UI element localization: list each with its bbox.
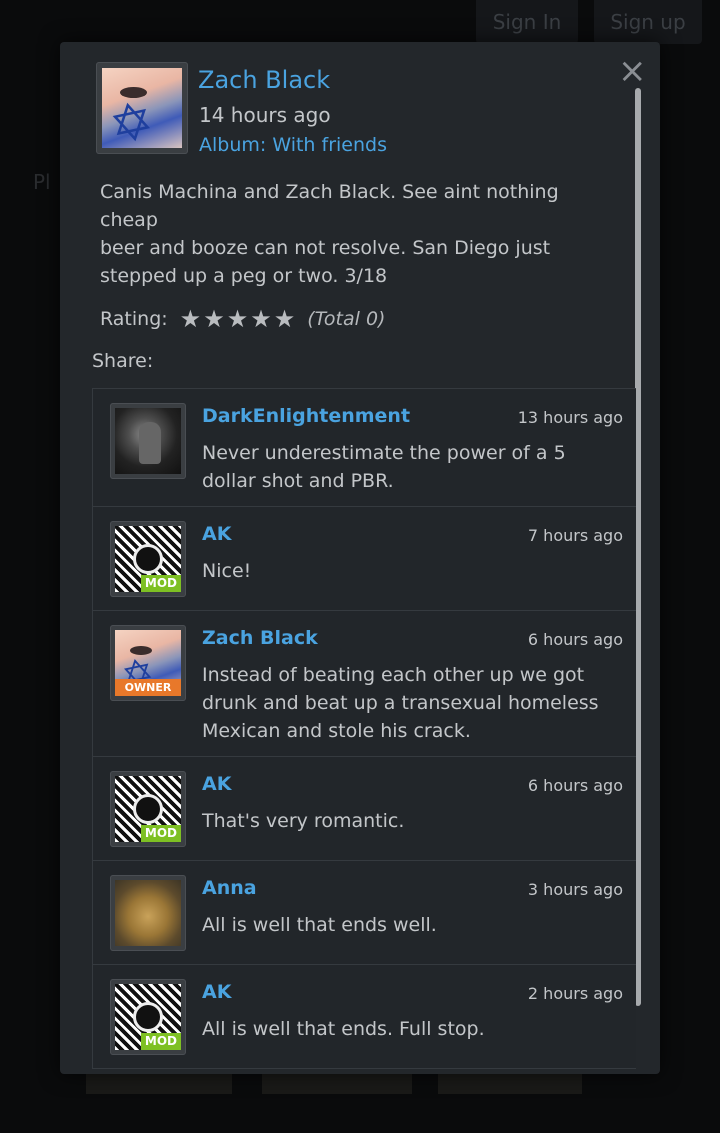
mod-badge: MOD	[140, 575, 181, 592]
post-author-link[interactable]: Zach Black	[198, 66, 330, 94]
commenter-avatar[interactable]	[110, 403, 186, 479]
sign-up-button[interactable]: Sign up	[594, 0, 702, 44]
commenter-avatar[interactable]	[110, 875, 186, 951]
commenter-name[interactable]: AK	[202, 773, 231, 795]
star-icon[interactable]: ★	[227, 305, 249, 333]
commenter-name[interactable]: Zach Black	[202, 627, 318, 649]
background-thumbnail	[262, 1074, 412, 1094]
commenter-name[interactable]: Anna	[202, 877, 257, 899]
comment-time: 7 hours ago	[527, 526, 623, 545]
post-header: ✡ Zach Black 14 hours ago Album: With fr…	[96, 62, 616, 156]
rating-total: (Total 0)	[307, 308, 386, 330]
star-icon[interactable]: ★	[203, 305, 225, 333]
comment-text: All is well that ends. Full stop.	[202, 1018, 485, 1040]
commenter-avatar[interactable]: MOD	[110, 979, 186, 1055]
commenter-avatar[interactable]: MOD	[110, 521, 186, 597]
star-icon[interactable]: ★	[274, 305, 296, 333]
commenter-avatar[interactable]: ✡ OWNER	[110, 625, 186, 701]
photo-detail-modal: × ✡ Zach Black 14 hours ago Album: With …	[60, 42, 660, 1074]
post-timestamp: 14 hours ago	[199, 103, 331, 127]
avatar-image: ✡	[102, 68, 182, 148]
commenter-name[interactable]: DarkEnlightenment	[202, 405, 410, 427]
comment-time: 6 hours ago	[527, 630, 623, 649]
commenter-avatar[interactable]: MOD	[110, 771, 186, 847]
sign-in-button[interactable]: Sign In	[476, 0, 578, 44]
rating-row: Rating: ★ ★ ★ ★ ★ (Total 0)	[100, 304, 385, 334]
mod-badge: MOD	[140, 825, 181, 842]
comment-item: Anna 3 hours ago All is well that ends w…	[93, 861, 636, 965]
commenter-name[interactable]: AK	[202, 523, 231, 545]
comment-time: 2 hours ago	[527, 984, 623, 1003]
comment-text: Instead of beating each other up we got …	[202, 664, 599, 742]
comment-time: 6 hours ago	[527, 776, 623, 795]
caption-line: beer and booze can not resolve. San Dieg…	[100, 237, 551, 287]
comment-time: 13 hours ago	[517, 408, 623, 427]
background-heading: Pl	[33, 170, 51, 194]
avatar-image	[115, 880, 181, 946]
comment-item: MOD AK 2 hours ago All is well that ends…	[93, 965, 636, 1069]
author-avatar[interactable]: ✡	[96, 62, 188, 154]
close-icon[interactable]: ×	[618, 54, 647, 88]
avatar-image	[115, 408, 181, 474]
caption-line: Canis Machina and Zach Black. See aint n…	[100, 181, 559, 231]
commenter-name[interactable]: AK	[202, 981, 231, 1003]
comment-item: MOD AK 6 hours ago That's very romantic.	[93, 757, 636, 861]
star-icon[interactable]: ★	[180, 305, 202, 333]
post-caption: Canis Machina and Zach Black. See aint n…	[100, 178, 600, 290]
comment-time: 3 hours ago	[527, 880, 623, 899]
comment-item: ✡ OWNER Zach Black 6 hours ago Instead o…	[93, 611, 636, 757]
comment-item: DarkEnlightenment 13 hours ago Never und…	[93, 389, 636, 507]
comment-item: MOD AK 7 hours ago Nice!	[93, 507, 636, 611]
share-label: Share:	[92, 350, 154, 372]
mod-badge: MOD	[140, 1033, 181, 1050]
album-link[interactable]: Album: With friends	[199, 134, 387, 156]
rating-label: Rating:	[100, 308, 168, 330]
comment-text: Nice!	[202, 560, 252, 582]
comment-text: Never underestimate the power of a 5 dol…	[202, 442, 566, 492]
owner-badge: OWNER	[115, 679, 181, 696]
background-thumbnail	[438, 1074, 582, 1094]
rating-stars[interactable]: ★ ★ ★ ★ ★	[180, 305, 296, 333]
comments-list: DarkEnlightenment 13 hours ago Never und…	[92, 388, 636, 1069]
comment-text: That's very romantic.	[202, 810, 405, 832]
star-icon[interactable]: ★	[250, 305, 272, 333]
background-thumbnail	[86, 1074, 232, 1094]
comment-text: All is well that ends well.	[202, 914, 437, 936]
